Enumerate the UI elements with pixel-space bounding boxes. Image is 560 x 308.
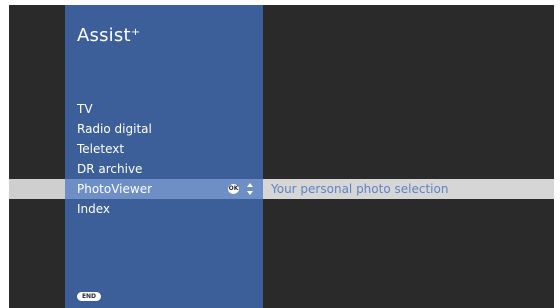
main-menu: TV Radio digital Teletext DR archive Pho… <box>9 99 554 219</box>
menu-item-dr-archive[interactable]: DR archive <box>9 159 554 179</box>
tv-screen: Assist⁺ TV Radio digital Teletext DR arc… <box>9 5 554 308</box>
menu-item-teletext[interactable]: Teletext <box>9 139 554 159</box>
app-title: Assist⁺ <box>77 25 141 46</box>
menu-item-label: Teletext <box>77 142 125 156</box>
menu-item-tv[interactable]: TV <box>9 99 554 119</box>
menu-item-radio-digital[interactable]: Radio digital <box>9 119 554 139</box>
menu-item-label: Index <box>77 202 111 216</box>
menu-item-label: PhotoViewer <box>77 182 153 196</box>
up-down-arrows-icon <box>247 183 253 195</box>
ok-button-icon: OK <box>228 184 239 194</box>
menu-item-index[interactable]: Index <box>9 199 554 219</box>
item-description: Your personal photo selection <box>271 182 449 196</box>
menu-item-label: DR archive <box>77 162 143 176</box>
menu-item-label: Radio digital <box>77 122 152 136</box>
menu-item-label: TV <box>77 102 93 116</box>
end-button[interactable]: END <box>77 292 101 301</box>
selection-bar-left <box>9 179 65 199</box>
menu-item-photoviewer[interactable]: PhotoViewer OK Your personal photo selec… <box>9 179 554 199</box>
